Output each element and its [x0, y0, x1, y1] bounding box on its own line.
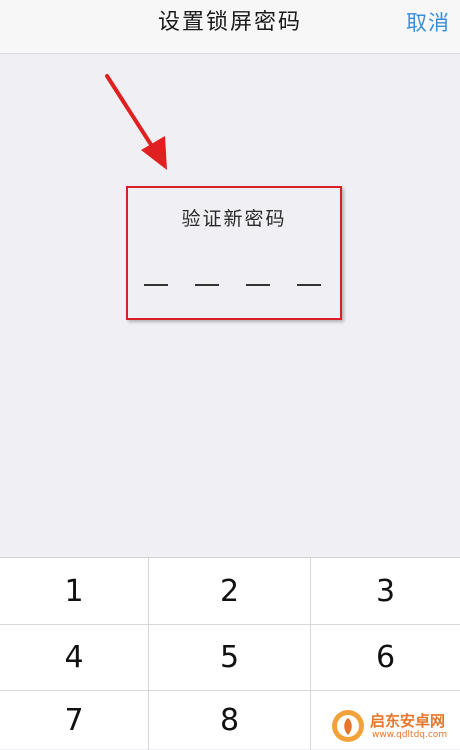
verify-password-label: 验证新密码 [181, 208, 287, 230]
red-arrow-icon [105, 74, 167, 170]
pin-slot-3 [246, 284, 270, 286]
pin-slot-2 [195, 284, 219, 286]
page-title: 设置锁屏密码 [157, 10, 302, 35]
pin-slots [142, 284, 330, 294]
key-3[interactable]: 3 [311, 558, 460, 624]
key-2[interactable]: 2 [149, 558, 310, 624]
key-1[interactable]: 1 [0, 558, 148, 624]
verify-password-box: 验证新密码 [126, 186, 342, 320]
key-6[interactable]: 6 [311, 625, 460, 690]
pin-slot-1 [144, 284, 168, 286]
key-5[interactable]: 5 [149, 625, 310, 690]
cancel-button[interactable]: 取消 [406, 0, 450, 46]
key-4[interactable]: 4 [0, 625, 148, 690]
numeric-keypad: 1 2 3 4 5 6 7 8 [0, 557, 460, 750]
key-8[interactable]: 8 [149, 691, 310, 750]
navigation-bar: 设置锁屏密码 取消 [0, 0, 460, 54]
key-7[interactable]: 7 [0, 691, 148, 750]
pin-slot-4 [297, 284, 321, 286]
